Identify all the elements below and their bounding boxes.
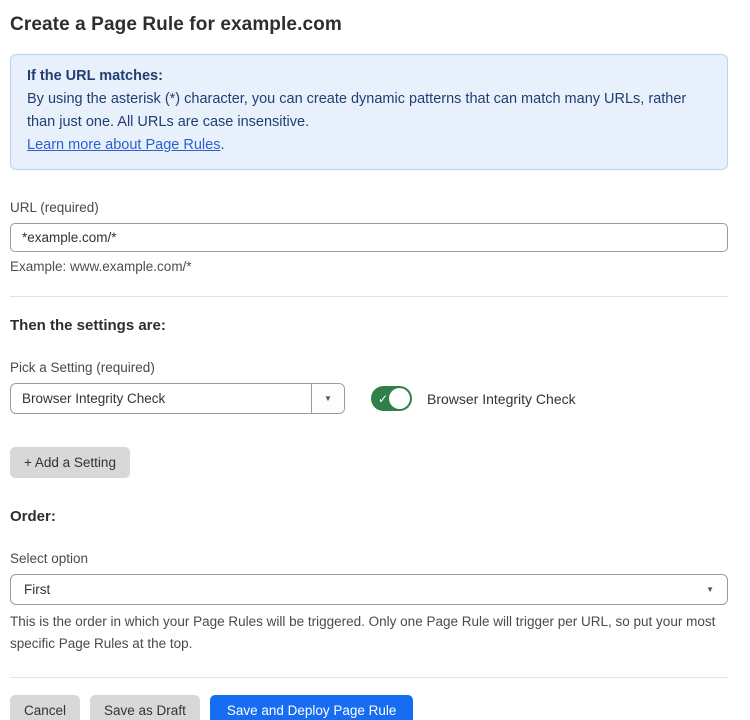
url-example-text: Example: www.example.com/* bbox=[10, 259, 728, 274]
chevron-down-icon[interactable]: ▼ bbox=[311, 384, 344, 413]
save-draft-button[interactable]: Save as Draft bbox=[90, 695, 200, 720]
order-select-value: First bbox=[24, 582, 50, 597]
setting-toggle[interactable]: ✓ bbox=[371, 386, 412, 411]
cancel-button[interactable]: Cancel bbox=[10, 695, 80, 720]
toggle-label: Browser Integrity Check bbox=[427, 391, 576, 407]
order-heading: Order: bbox=[10, 508, 728, 525]
learn-more-link[interactable]: Learn more about Page Rules bbox=[27, 137, 220, 153]
save-deploy-button[interactable]: Save and Deploy Page Rule bbox=[210, 695, 414, 720]
order-select-label: Select option bbox=[10, 551, 728, 566]
url-match-info-box: If the URL matches: By using the asteris… bbox=[10, 54, 728, 170]
info-box-link-line: Learn more about Page Rules. bbox=[27, 134, 711, 157]
url-input[interactable] bbox=[10, 223, 728, 252]
page-title: Create a Page Rule for example.com bbox=[10, 14, 728, 36]
toggle-knob bbox=[389, 388, 410, 409]
url-field-label: URL (required) bbox=[10, 200, 728, 215]
chevron-down-icon: ▼ bbox=[706, 585, 714, 594]
footer-buttons: Cancel Save as Draft Save and Deploy Pag… bbox=[10, 695, 728, 720]
order-help-text: This is the order in which your Page Rul… bbox=[10, 611, 728, 654]
setting-select-value: Browser Integrity Check bbox=[11, 391, 311, 406]
add-setting-button[interactable]: + Add a Setting bbox=[10, 447, 130, 478]
section-divider bbox=[10, 296, 728, 297]
setting-row: Browser Integrity Check ▼ ✓ Browser Inte… bbox=[10, 383, 728, 414]
check-icon: ✓ bbox=[378, 393, 388, 405]
link-period: . bbox=[220, 137, 224, 153]
info-box-heading: If the URL matches: bbox=[27, 65, 711, 88]
info-box-body: By using the asterisk (*) character, you… bbox=[27, 88, 711, 134]
pick-setting-label: Pick a Setting (required) bbox=[10, 360, 728, 375]
setting-select[interactable]: Browser Integrity Check ▼ bbox=[10, 383, 345, 414]
page-rule-form: Create a Page Rule for example.com If th… bbox=[0, 0, 750, 720]
footer-divider bbox=[10, 677, 728, 678]
order-select[interactable]: First ▼ bbox=[10, 574, 728, 605]
settings-heading: Then the settings are: bbox=[10, 317, 728, 334]
